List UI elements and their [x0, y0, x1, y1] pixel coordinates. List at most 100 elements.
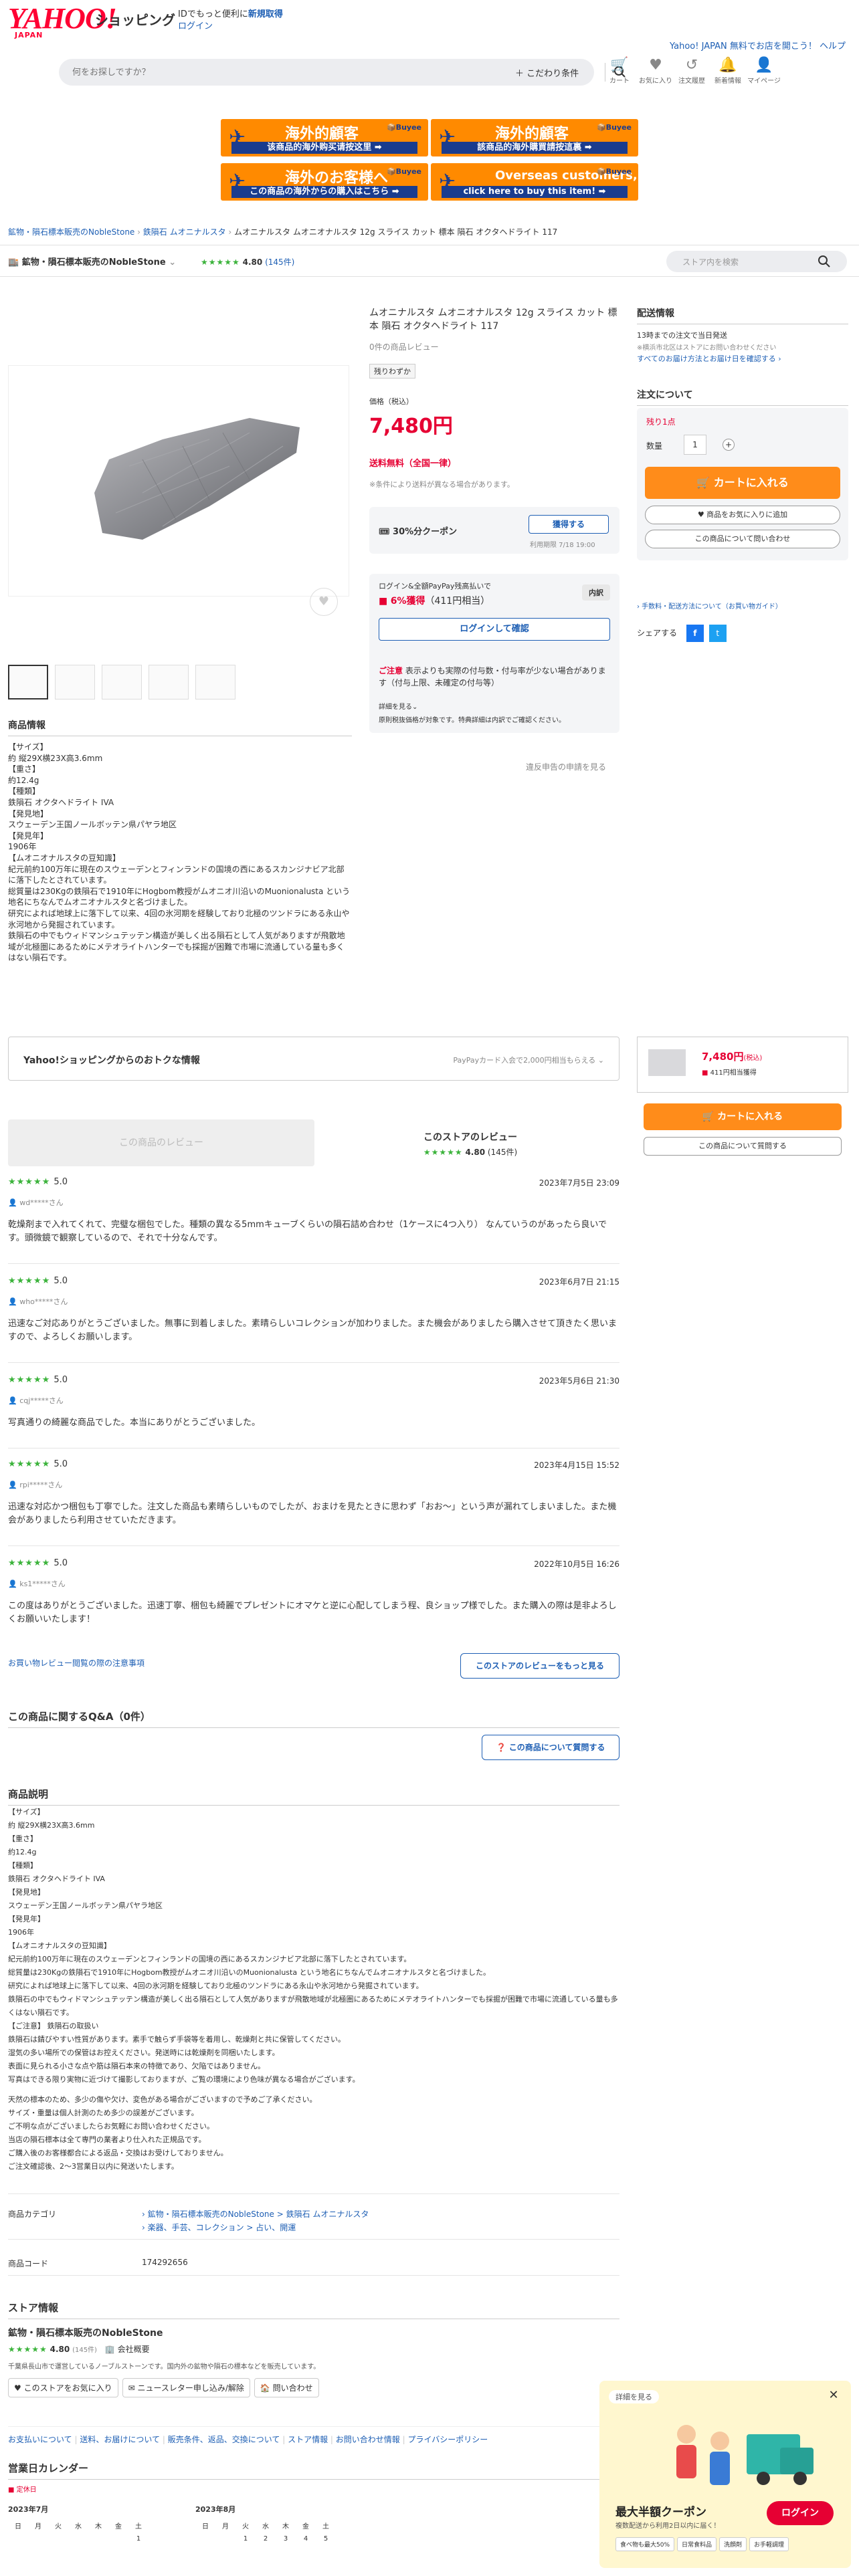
login-link[interactable]: ログイン: [178, 19, 213, 31]
desc-line: 【重さ】: [8, 1834, 37, 1843]
get-coupon-button[interactable]: 獲得する: [529, 515, 609, 534]
store-link[interactable]: 販売条件、返品、交換について: [168, 2435, 280, 2444]
popup-login-button[interactable]: ログイン: [767, 2501, 834, 2525]
add-to-cart-button[interactable]: 🛒 カートに入れる: [645, 467, 840, 499]
stock-remaining: 残り1点: [646, 417, 676, 427]
popup-title: 最大半額クーポン: [615, 2506, 706, 2519]
product-review-count[interactable]: 0件の商品レビュー: [369, 341, 439, 352]
order-panel: 注文について 残り1点 数量 1 + 🛒 カートに入れる ♥ 商品をお気に入りに…: [637, 388, 848, 586]
mini-ask-button[interactable]: この商品について質問する: [644, 1137, 842, 1156]
review-date: 2023年6月7日 21:15: [539, 1277, 619, 1287]
breakdown-button[interactable]: 内訳: [582, 584, 610, 601]
code-value: 174292656: [142, 2258, 188, 2267]
top-links[interactable]: Yahoo! JAPAN 無料でお店を開こう！ ヘルプ: [670, 39, 846, 51]
thumbnail[interactable]: [102, 665, 142, 700]
review-guide-link[interactable]: お買い物レビュー閲覧の際の注意事項: [8, 1657, 145, 1669]
caution-more[interactable]: 詳細を見る⌄: [379, 701, 417, 711]
login-confirm-button[interactable]: ログインして確認: [379, 618, 610, 641]
favorites-nav[interactable]: ♥ お気に入り: [638, 56, 673, 90]
thumbnail[interactable]: [8, 665, 48, 700]
signup-link[interactable]: 新規取得: [248, 9, 283, 19]
breadcrumb-store[interactable]: 鉱物・隕石標本販売のNobleStone: [8, 227, 134, 237]
store-review-tab[interactable]: このストアのレビュー ★★★★★ 4.80 (145件): [321, 1130, 619, 1158]
category-link-1[interactable]: › 鉱物・隕石標本販売のNobleStone > 鉄隕石 ムオニナルスタ: [142, 2208, 369, 2220]
product-review-tab[interactable]: この商品のレビュー: [8, 1119, 314, 1166]
breadcrumb-category[interactable]: 鉄隕石 ムオニナルスタ: [143, 227, 226, 237]
facebook-icon[interactable]: f: [686, 625, 704, 642]
desc-note-line: ご注文確認後、2〜3営業日以内に発送いたします。: [8, 2162, 179, 2171]
info-line: 【重さ】: [8, 764, 41, 774]
info-line: 【種類】: [8, 786, 41, 796]
store-link[interactable]: お支払いについて: [8, 2435, 72, 2444]
popup-tag[interactable]: 食べ物も最大50%: [615, 2537, 675, 2551]
desc-line: 【種類】: [8, 1861, 37, 1870]
company-icon: 🏢: [104, 2345, 115, 2354]
category-link-2[interactable]: › 楽器、手芸、コレクション > 占い、開運: [142, 2222, 296, 2233]
store-link[interactable]: ストア情報: [288, 2435, 328, 2444]
mini-tax: (税込): [743, 1055, 763, 1062]
qty-input[interactable]: 1: [684, 435, 706, 455]
add-favorite-button[interactable]: ♥ 商品をお気に入りに追加: [645, 506, 840, 524]
newsletter-button[interactable]: ✉ ニュースレター申し込み/解除: [122, 2378, 250, 2397]
popup-tag[interactable]: お手軽調理: [749, 2537, 789, 2551]
twitter-icon[interactable]: t: [708, 625, 727, 642]
info-line: スウェーデン王国ノールボッテン県パヤラ地区: [8, 820, 177, 830]
popup-badge[interactable]: 詳細を見る: [609, 2390, 659, 2403]
popup-tag[interactable]: 日常食料品: [677, 2537, 717, 2551]
heart-icon[interactable]: ♥: [310, 588, 338, 616]
thumbnail[interactable]: [149, 665, 189, 700]
thumbnail[interactable]: [195, 665, 235, 700]
buyee-banner-jp[interactable]: ✈ 海外のお客様へ 📦Buyee この商品の海外からの購入はこちら ➡: [221, 163, 428, 201]
banner-title: 海外のお客様へ: [285, 170, 389, 187]
calendar-day: 5: [323, 2535, 328, 2543]
buyee-banner-cn[interactable]: ✈ 海外的顧客 📦Buyee 该商品的海外购买请按这里 ➡: [221, 119, 428, 156]
inquiry-button[interactable]: この商品について問い合わせ: [645, 530, 840, 548]
filter-button[interactable]: ＋ こだわり条件: [515, 66, 579, 79]
thumbnail[interactable]: [55, 665, 95, 700]
store-info-type[interactable]: 会社概要: [118, 2345, 150, 2354]
store-name-link[interactable]: 🏬 鉱物・隕石標本販売のNobleStone ⌄: [8, 255, 176, 267]
coupon-popup[interactable]: 詳細を見る ✕ 最大半額クーポン 複数配送から利用2日以内に届く！ ログイン 食…: [599, 2381, 851, 2568]
plus-icon[interactable]: +: [723, 439, 735, 451]
search-input[interactable]: [72, 59, 420, 86]
review-user: 👤 cqj*****さん: [8, 1395, 64, 1406]
store-rating[interactable]: ★★★★★ 4.80 (145件): [201, 256, 294, 267]
shopping-title[interactable]: ショッピング: [95, 9, 175, 29]
review-score: ★★★★★ 5.0: [8, 1375, 619, 1385]
search-icon[interactable]: [818, 255, 831, 268]
rating-value: 4.80: [465, 1148, 486, 1157]
buyee-banner-tw[interactable]: ✈ 海外的顧客 📦Buyee 該商品的海外購買請按這裏 ➡: [431, 119, 638, 156]
mini-add-to-cart-button[interactable]: 🛒 カートに入れる: [644, 1103, 842, 1130]
favorite-store-button[interactable]: ♥ このストアをお気に入り: [8, 2378, 118, 2397]
store-contact-button[interactable]: 🏠 問い合わせ: [254, 2378, 319, 2397]
buyee-banner-en[interactable]: ✈ Overseas customers, 📦Buyee click here …: [431, 163, 638, 201]
share-label: シェアする: [637, 628, 678, 638]
calendar-grid-1: 日 月 火 水 木 金 土 1: [8, 2521, 175, 2545]
report-link[interactable]: 違反申告の申請を見る: [526, 761, 606, 772]
history-nav[interactable]: ↺ 注文履歴: [674, 56, 709, 90]
calendar-dow-row: 日月火水木金土: [195, 2521, 363, 2533]
store-link[interactable]: 送料、お届けについて: [80, 2435, 160, 2444]
close-icon[interactable]: ✕: [826, 2387, 842, 2403]
deals-right: PayPayカード入会で2,000円相当もらえる ⌄: [453, 1056, 604, 1065]
ask-question-button[interactable]: ❓ この商品について質問する: [482, 1735, 619, 1760]
news-nav[interactable]: 🔔 新着情報: [710, 56, 745, 90]
delivery-all-link[interactable]: すべてのお届け方法とお届け日を確認する ›: [637, 353, 848, 364]
popup-tag[interactable]: 洗顔剤: [719, 2537, 747, 2551]
mypage-nav[interactable]: 👤 マイページ: [747, 56, 781, 90]
user-icon: 👤: [8, 1580, 20, 1588]
cart-icon: 🛒: [702, 1111, 718, 1122]
deals-box[interactable]: Yahoo!ショッピングからのおトクな情報 PayPayカード入会で2,000円…: [8, 1037, 619, 1081]
store-link[interactable]: プライバシーポリシー: [408, 2435, 488, 2444]
store-info-name[interactable]: 鉱物・隕石標本販売のNobleStone: [8, 2326, 163, 2339]
more-reviews-button[interactable]: このストアのレビューをもっと見る: [460, 1653, 619, 1679]
shopping-guide-link[interactable]: › 手数料・配送方法について（お買い物ガイド）: [637, 601, 782, 611]
caution-note: 原則税抜価格が対象です。特典詳細は内訳でご確認ください。: [379, 717, 565, 724]
product-main-image[interactable]: ♥: [8, 365, 349, 616]
heart-icon: ♥: [697, 510, 707, 519]
meteorite-image: [94, 418, 300, 540]
cart-nav[interactable]: 🛒 カート: [602, 56, 637, 90]
store-link[interactable]: お問い合わせ情報: [336, 2435, 400, 2444]
desc-line: 鉄隕石は錆びやすい性質があります。素手で触らず手袋等を着用し、乾燥剤と共に保管し…: [8, 2035, 346, 2044]
store-info-rating-value: 4.80: [50, 2345, 70, 2354]
